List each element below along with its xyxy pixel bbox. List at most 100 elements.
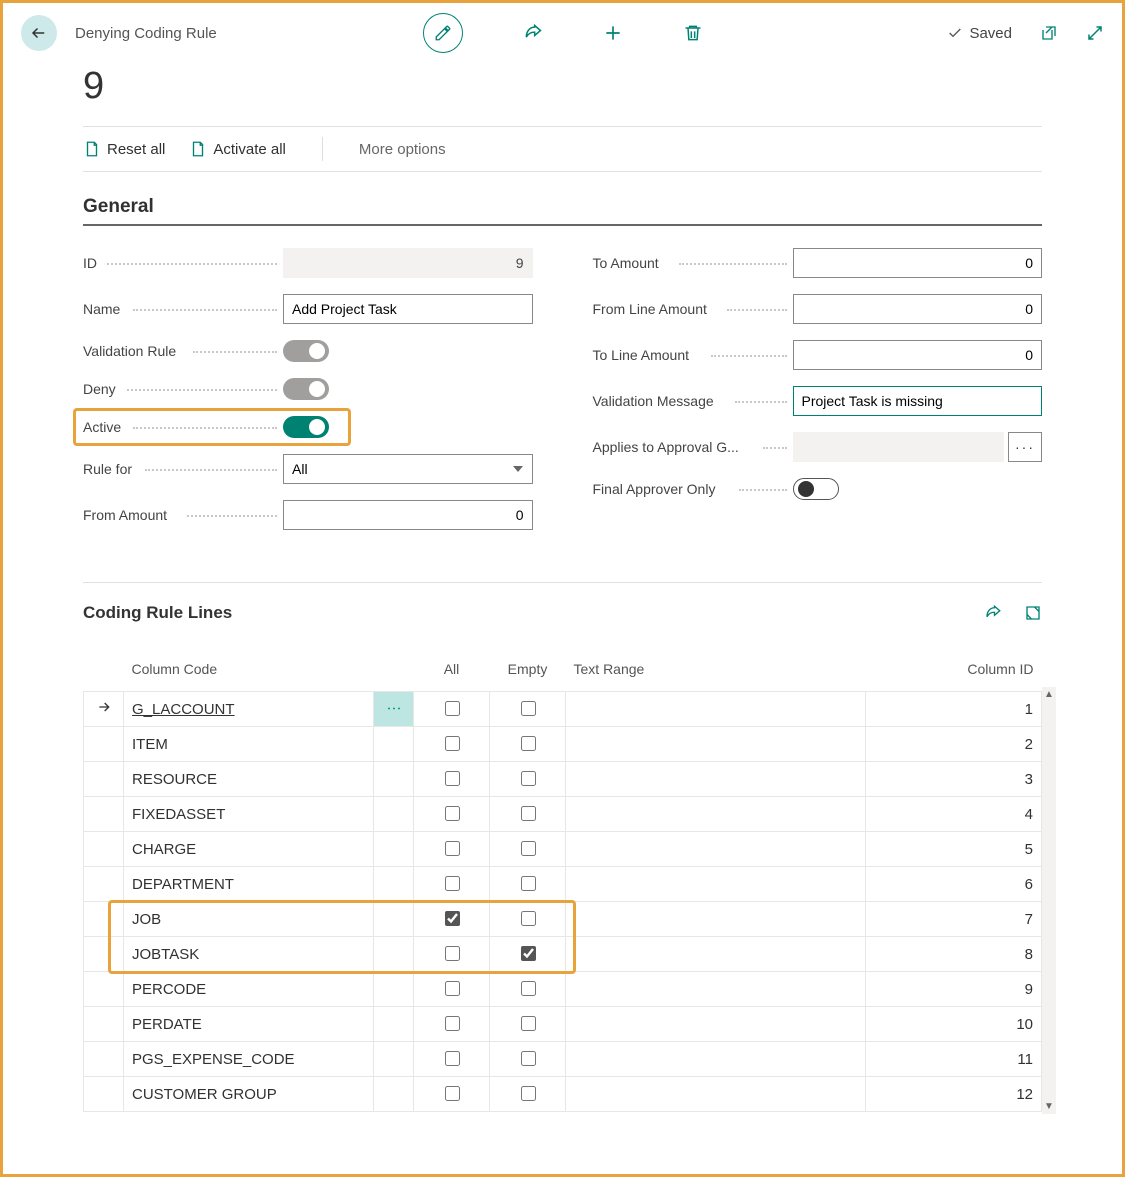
cell-column-code[interactable]: JOBTASK	[124, 937, 374, 972]
applies-to-group-field[interactable]	[793, 432, 1005, 462]
empty-checkbox[interactable]	[521, 736, 536, 751]
edit-button[interactable]	[423, 13, 463, 53]
table-row[interactable]: CUSTOMER GROUP12	[84, 1077, 1042, 1112]
row-menu-button[interactable]: ⋮	[374, 692, 414, 727]
popout-button[interactable]	[1040, 24, 1058, 42]
validation-rule-toggle[interactable]	[283, 340, 329, 362]
cell-column-id: 3	[866, 762, 1042, 797]
all-checkbox[interactable]	[445, 946, 460, 961]
final-approver-only-toggle[interactable]	[793, 478, 839, 500]
activate-all-button[interactable]: Activate all	[189, 140, 286, 158]
cell-column-code[interactable]: RESOURCE	[124, 762, 374, 797]
table-row[interactable]: JOB7	[84, 902, 1042, 937]
to-line-amount-label: To Line Amount	[593, 347, 793, 363]
col-header-empty[interactable]: Empty	[490, 651, 566, 692]
col-header-code[interactable]: Column Code	[124, 651, 374, 692]
table-row[interactable]: CHARGE 5	[84, 832, 1042, 867]
cell-column-code[interactable]: DEPARTMENT	[124, 867, 374, 902]
cell-text-range[interactable]	[566, 762, 866, 797]
share-button[interactable]	[523, 23, 543, 43]
to-amount-field[interactable]	[793, 248, 1043, 278]
rule-for-label: Rule for	[83, 461, 283, 477]
table-row[interactable]: PERDATE10	[84, 1007, 1042, 1042]
table-row[interactable]: FIXEDASSET 4	[84, 797, 1042, 832]
validation-message-field[interactable]	[793, 386, 1043, 416]
rule-for-select[interactable]: All	[283, 454, 533, 484]
all-checkbox[interactable]	[445, 806, 460, 821]
cell-text-range[interactable]	[566, 832, 866, 867]
vertical-scrollbar[interactable]: ▲ ▼	[1042, 687, 1056, 1114]
cell-text-range[interactable]	[566, 937, 866, 972]
empty-checkbox[interactable]	[521, 946, 536, 961]
expand-button[interactable]	[1086, 24, 1104, 42]
all-checkbox[interactable]	[445, 701, 460, 716]
table-row[interactable]: PGS_EXPENSE_CODE11	[84, 1042, 1042, 1077]
empty-checkbox[interactable]	[521, 841, 536, 856]
delete-button[interactable]	[683, 23, 703, 43]
cell-column-code[interactable]: CUSTOMER GROUP	[124, 1077, 374, 1112]
all-checkbox[interactable]	[445, 771, 460, 786]
empty-checkbox[interactable]	[521, 911, 536, 926]
all-checkbox[interactable]	[445, 876, 460, 891]
all-checkbox[interactable]	[445, 981, 460, 996]
pencil-icon	[434, 24, 452, 42]
cell-column-code[interactable]: G_LACCOUNT	[124, 692, 374, 727]
col-header-id[interactable]: Column ID	[866, 651, 1042, 692]
arrow-left-icon	[30, 24, 48, 42]
cell-column-code[interactable]: PERDATE	[124, 1007, 374, 1042]
applies-to-group-lookup-button[interactable]: ···	[1008, 432, 1042, 462]
name-field[interactable]	[283, 294, 533, 324]
cell-column-code[interactable]: CHARGE	[124, 832, 374, 867]
table-row[interactable]: DEPARTMENT6	[84, 867, 1042, 902]
empty-checkbox[interactable]	[521, 876, 536, 891]
empty-checkbox[interactable]	[521, 701, 536, 716]
new-button[interactable]	[603, 23, 623, 43]
table-row[interactable]: ITEM2	[84, 727, 1042, 762]
more-options-button[interactable]: More options	[359, 141, 446, 158]
empty-checkbox[interactable]	[521, 981, 536, 996]
cell-column-code[interactable]: FIXEDASSET	[124, 797, 374, 832]
all-checkbox[interactable]	[445, 1086, 460, 1101]
cell-column-id: 5	[866, 832, 1042, 867]
cell-text-range[interactable]	[566, 727, 866, 762]
all-checkbox[interactable]	[445, 911, 460, 926]
active-toggle[interactable]	[283, 416, 329, 438]
lines-share-button[interactable]	[984, 604, 1002, 622]
to-line-amount-field[interactable]	[793, 340, 1043, 370]
empty-checkbox[interactable]	[521, 806, 536, 821]
cell-text-range[interactable]	[566, 797, 866, 832]
empty-checkbox[interactable]	[521, 1086, 536, 1101]
from-amount-field[interactable]	[283, 500, 533, 530]
all-checkbox[interactable]	[445, 736, 460, 751]
all-checkbox[interactable]	[445, 1051, 460, 1066]
col-header-range[interactable]: Text Range	[566, 651, 866, 692]
table-row[interactable]: JOBTASK8	[84, 937, 1042, 972]
col-header-all[interactable]: All	[414, 651, 490, 692]
cell-column-code[interactable]: ITEM	[124, 727, 374, 762]
cell-text-range[interactable]	[566, 1042, 866, 1077]
table-row[interactable]: PERCODE9	[84, 972, 1042, 1007]
lines-expand-button[interactable]	[1024, 604, 1042, 622]
validation-message-label: Validation Message	[593, 393, 793, 409]
all-checkbox[interactable]	[445, 841, 460, 856]
all-checkbox[interactable]	[445, 1016, 460, 1031]
reset-all-button[interactable]: Reset all	[83, 140, 165, 158]
deny-toggle[interactable]	[283, 378, 329, 400]
empty-checkbox[interactable]	[521, 1051, 536, 1066]
from-line-amount-field[interactable]	[793, 294, 1043, 324]
cell-text-range[interactable]	[566, 1077, 866, 1112]
cell-text-range[interactable]	[566, 867, 866, 902]
table-row[interactable]: RESOURCE 3	[84, 762, 1042, 797]
cell-column-code[interactable]: PERCODE	[124, 972, 374, 1007]
cell-text-range[interactable]	[566, 902, 866, 937]
cell-column-code[interactable]: PGS_EXPENSE_CODE	[124, 1042, 374, 1077]
cell-column-code[interactable]: JOB	[124, 902, 374, 937]
empty-checkbox[interactable]	[521, 1016, 536, 1031]
cell-text-range[interactable]	[566, 972, 866, 1007]
empty-checkbox[interactable]	[521, 771, 536, 786]
table-row[interactable]: G_LACCOUNT⋮1	[84, 692, 1042, 727]
back-button[interactable]	[21, 15, 57, 51]
cell-text-range[interactable]	[566, 692, 866, 727]
cell-text-range[interactable]	[566, 1007, 866, 1042]
cell-column-id: 4	[866, 797, 1042, 832]
